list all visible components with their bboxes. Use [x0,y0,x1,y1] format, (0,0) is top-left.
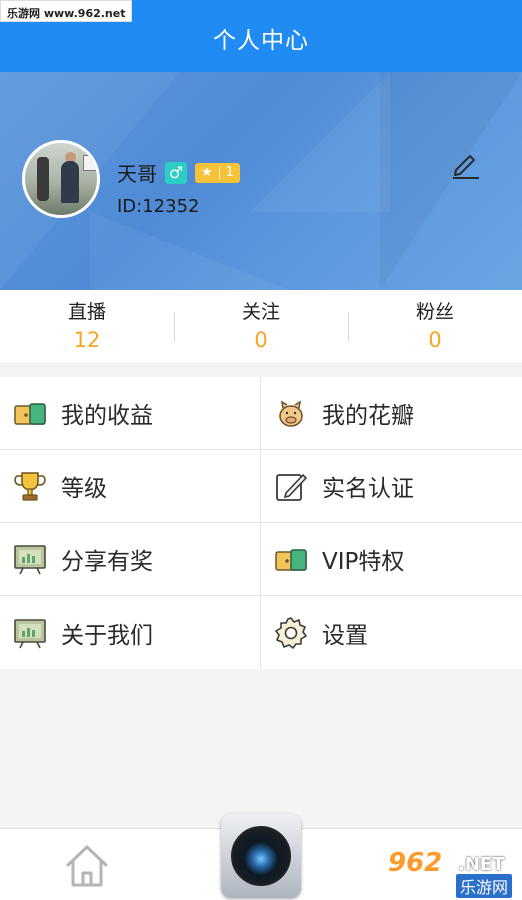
wallet-icon [275,549,307,571]
stat-value: 0 [254,328,268,352]
edit-document-icon [276,473,308,501]
name-row: 天哥 ♂ ★ 1 [117,158,240,187]
stat-fans[interactable]: 粉丝 0 [348,290,522,362]
menu-label: 等级 [61,476,107,502]
menu-item-petals[interactable]: 我的花瓣 [261,377,522,450]
user-id: ID:12352 [117,196,200,217]
menu-label: 设置 [322,622,368,649]
menu-label: 实名认证 [322,476,414,502]
camera-icon [231,826,291,886]
start-live-camera-button[interactable] [221,814,301,898]
menu-label: 我的收益 [61,403,153,429]
watermark-logo: 962 [388,848,443,878]
menu-item-level[interactable]: 等级 [0,450,261,523]
level-badge: ★ 1 [195,162,240,183]
menu-label: 关于我们 [61,622,153,649]
profile-banner: 天哥 ♂ ★ 1 ID:12352 [0,72,522,290]
menu-item-earnings[interactable]: 我的收益 [0,377,261,450]
stat-label: 粉丝 [415,301,454,323]
piggy-bank-icon [279,400,303,427]
level-value: 1 [225,165,234,180]
stat-value: 12 [73,328,101,352]
user-name: 天哥 [117,162,157,186]
watermark-net: .NET [458,854,505,875]
wallet-icon [14,403,46,425]
menu-grid: 我的收益 我的花瓣 等级 实名认证 分享有奖 VIP特权 关于我们 设置 [0,377,522,669]
watermark-cn: 乐游网 [456,874,513,898]
stat-label: 关注 [241,301,280,323]
watermark-bottom: 962 .NET 乐游网 [388,848,516,898]
stat-value: 0 [428,328,442,352]
stat-label: 直播 [67,301,106,323]
trophy-icon [14,472,46,501]
presentation-board-icon [14,618,46,648]
star-icon: ★ [201,165,213,180]
gear-icon [275,616,307,649]
menu-label: 分享有奖 [61,549,153,575]
stats-bar: 直播 12 关注 0 粉丝 0 [0,290,522,362]
edit-icon[interactable] [449,148,481,180]
page-title: 个人中心 [213,28,309,54]
menu-item-share-reward[interactable]: 分享有奖 [0,523,261,596]
menu-label: 我的花瓣 [322,403,414,429]
male-gender-icon: ♂ [165,161,187,184]
menu-label: VIP特权 [322,549,405,575]
stat-live[interactable]: 直播 12 [0,290,174,362]
menu-item-settings[interactable]: 设置 [261,596,522,669]
menu-item-about[interactable]: 关于我们 [0,596,261,669]
menu-item-vip[interactable]: VIP特权 [261,523,522,596]
stat-following[interactable]: 关注 0 [174,290,348,362]
menu-item-verification[interactable]: 实名认证 [261,450,522,523]
avatar[interactable] [22,140,100,218]
watermark-top: 乐游网 www.962.net [0,0,133,22]
home-icon[interactable] [62,841,112,891]
presentation-board-icon [14,545,46,575]
